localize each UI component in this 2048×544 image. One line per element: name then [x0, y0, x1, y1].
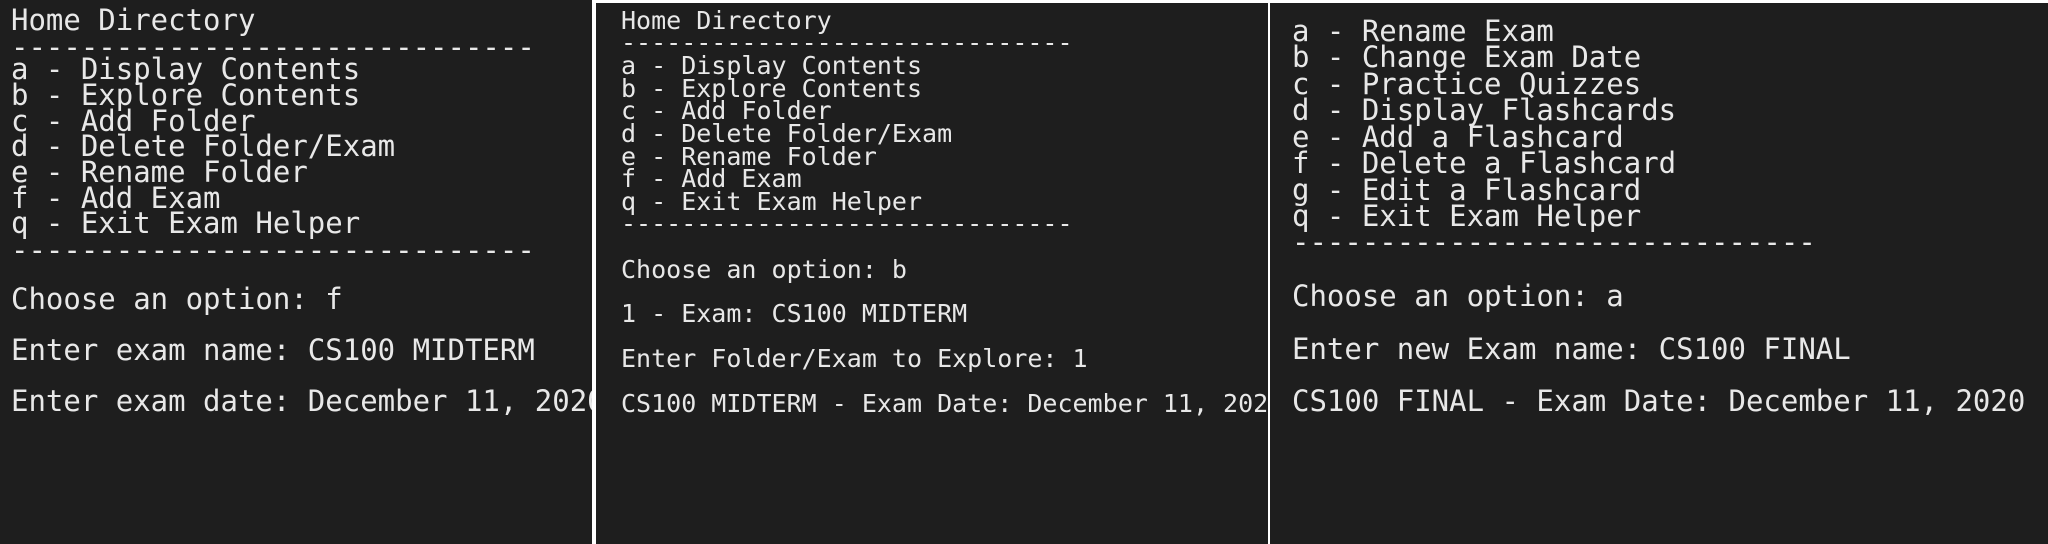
- prompt-choose-option: Choose an option: a: [1292, 279, 1624, 313]
- prompt-exam-name: Enter exam name: CS100 MIDTERM: [11, 333, 535, 367]
- prompt-choose-option: Choose an option: f: [11, 282, 343, 316]
- prompt-new-exam-name: Enter new Exam name: CS100 FINAL: [1292, 332, 1851, 366]
- exam-list-item: 1 - Exam: CS100 MIDTERM: [621, 299, 968, 328]
- separator-bottom: ------------------------------: [621, 209, 1073, 238]
- screenshot-collage: Home Directory -------------------------…: [0, 0, 2048, 544]
- exam-summary: CS100 FINAL - Exam Date: December 11, 20…: [1292, 384, 2026, 418]
- terminal-panel-explore: Home Directory -------------------------…: [596, 3, 1268, 544]
- exam-summary: CS100 MIDTERM - Exam Date: December 11, …: [621, 389, 1268, 418]
- prompt-choose-option: Choose an option: b: [621, 255, 907, 284]
- terminal-panel-rename-exam: a - Rename Exam b - Change Exam Date c -…: [1270, 3, 2048, 544]
- separator-bottom: ------------------------------: [1292, 225, 1816, 259]
- terminal-panel-add-exam: Home Directory -------------------------…: [0, 0, 592, 544]
- prompt-exam-date: Enter exam date: December 11, 2020: [11, 384, 592, 418]
- prompt-explore: Enter Folder/Exam to Explore: 1: [621, 344, 1088, 373]
- separator-bottom: ------------------------------: [11, 233, 535, 267]
